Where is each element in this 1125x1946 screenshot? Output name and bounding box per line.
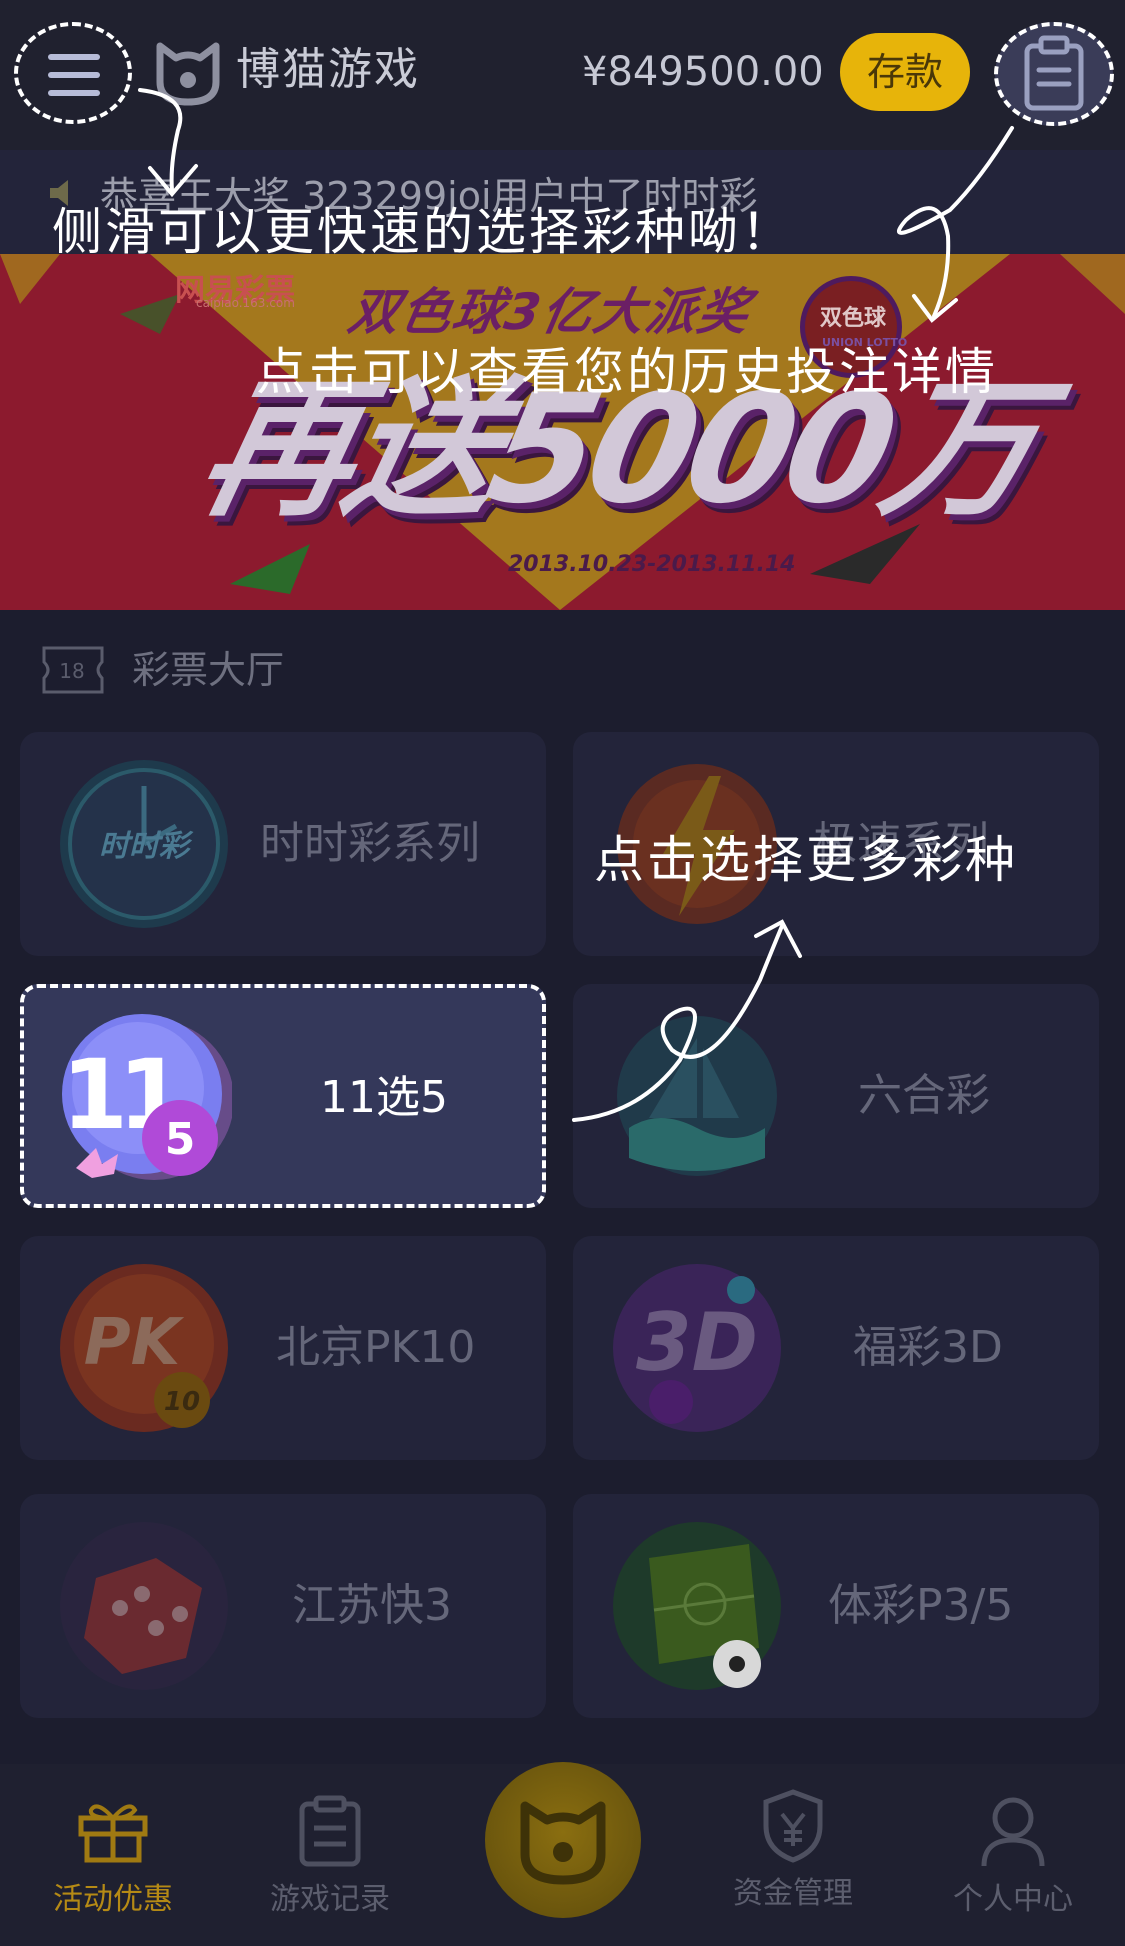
badge-title: 双色球 [820, 306, 887, 331]
hint-more-games: 点击选择更多彩种 [594, 831, 1018, 889]
cat-logo-icon [156, 42, 220, 106]
banner-domain: caipiao.163.com [196, 296, 295, 310]
ticket-18-icon: 18 [42, 646, 104, 694]
three-d-icon: 3D [613, 1264, 781, 1432]
banner-date: 2013.10.23-2013.11.14 [508, 552, 796, 577]
game-label: 时时彩系列 [260, 818, 480, 869]
nav-profile[interactable]: 个人中心 [918, 1764, 1108, 1924]
nav-game-records[interactable]: 游戏记录 [235, 1764, 425, 1924]
eleven-five-icon: 11 5 [61, 1014, 232, 1180]
history-highlight-ring [994, 22, 1114, 126]
account-balance: ¥849500.00 [582, 49, 824, 95]
cat-logo-icon [520, 1801, 606, 1885]
clipboard-icon [299, 1795, 361, 1867]
game-card-11x5[interactable]: 11 5 11选5 [20, 984, 546, 1208]
game-card-marksix[interactable]: 六合彩 [573, 984, 1099, 1208]
game-label: 福彩3D [853, 1322, 1003, 1373]
ticket-icon-text: 18 [59, 659, 84, 683]
game-card-p35[interactable]: 体彩P3/5 [573, 1494, 1099, 1718]
game-card-3d[interactable]: 3D 福彩3D [573, 1236, 1099, 1460]
game-card-ssc[interactable]: 时时彩 时时彩系列 [20, 732, 546, 956]
menu-highlight-ring [14, 22, 132, 124]
pk10-icon: PK 10 [60, 1264, 228, 1432]
home-center-button[interactable] [485, 1762, 641, 1918]
shield-yuan-icon [763, 1789, 823, 1863]
banner-headline: 双色球3亿大派奖 [344, 283, 756, 341]
3d-icon-text: 3D [636, 1296, 758, 1389]
nav-label: 个人中心 [953, 1882, 1073, 1917]
hint-side-menu: 侧滑可以更快速的选择彩种呦！ [52, 203, 794, 261]
nav-promotions[interactable]: 活动优惠 [18, 1764, 208, 1924]
game-label: 六合彩 [858, 1070, 990, 1121]
user-icon [981, 1797, 1045, 1867]
game-card-k3[interactable]: 江苏快3 [20, 1494, 546, 1718]
soccer-field-icon [613, 1522, 781, 1690]
nav-label: 活动优惠 [53, 1882, 173, 1917]
ssc-icon-text: 时时彩 [99, 829, 194, 864]
hint-bet-history: 点击可以查看您的历史投注详情 [256, 343, 998, 401]
game-label: 体彩P3/5 [828, 1580, 1014, 1631]
nav-label: 资金管理 [733, 1876, 853, 1911]
nav-label: 游戏记录 [270, 1882, 390, 1917]
brand-name: 博猫游戏 [236, 44, 420, 95]
game-label: 江苏快3 [292, 1580, 452, 1631]
section-title: 彩票大厅 [132, 648, 285, 692]
pk-icon-text: PK [84, 1306, 185, 1380]
game-card-pk10[interactable]: PK 10 北京PK10 [20, 1236, 546, 1460]
nav-fund-management[interactable]: 资金管理 [698, 1758, 888, 1918]
pk-icon-subtext: 10 [164, 1387, 200, 1417]
game-label: 北京PK10 [276, 1322, 476, 1373]
gift-icon [78, 1804, 148, 1863]
dice-icon [60, 1522, 228, 1690]
ssc-clock-icon: 时时彩 [60, 760, 228, 928]
deposit-button[interactable]: 存款 [840, 33, 970, 111]
game-label: 11选5 [320, 1072, 448, 1123]
icon-badge: 5 [165, 1114, 196, 1165]
sailboat-icon [617, 1016, 777, 1176]
